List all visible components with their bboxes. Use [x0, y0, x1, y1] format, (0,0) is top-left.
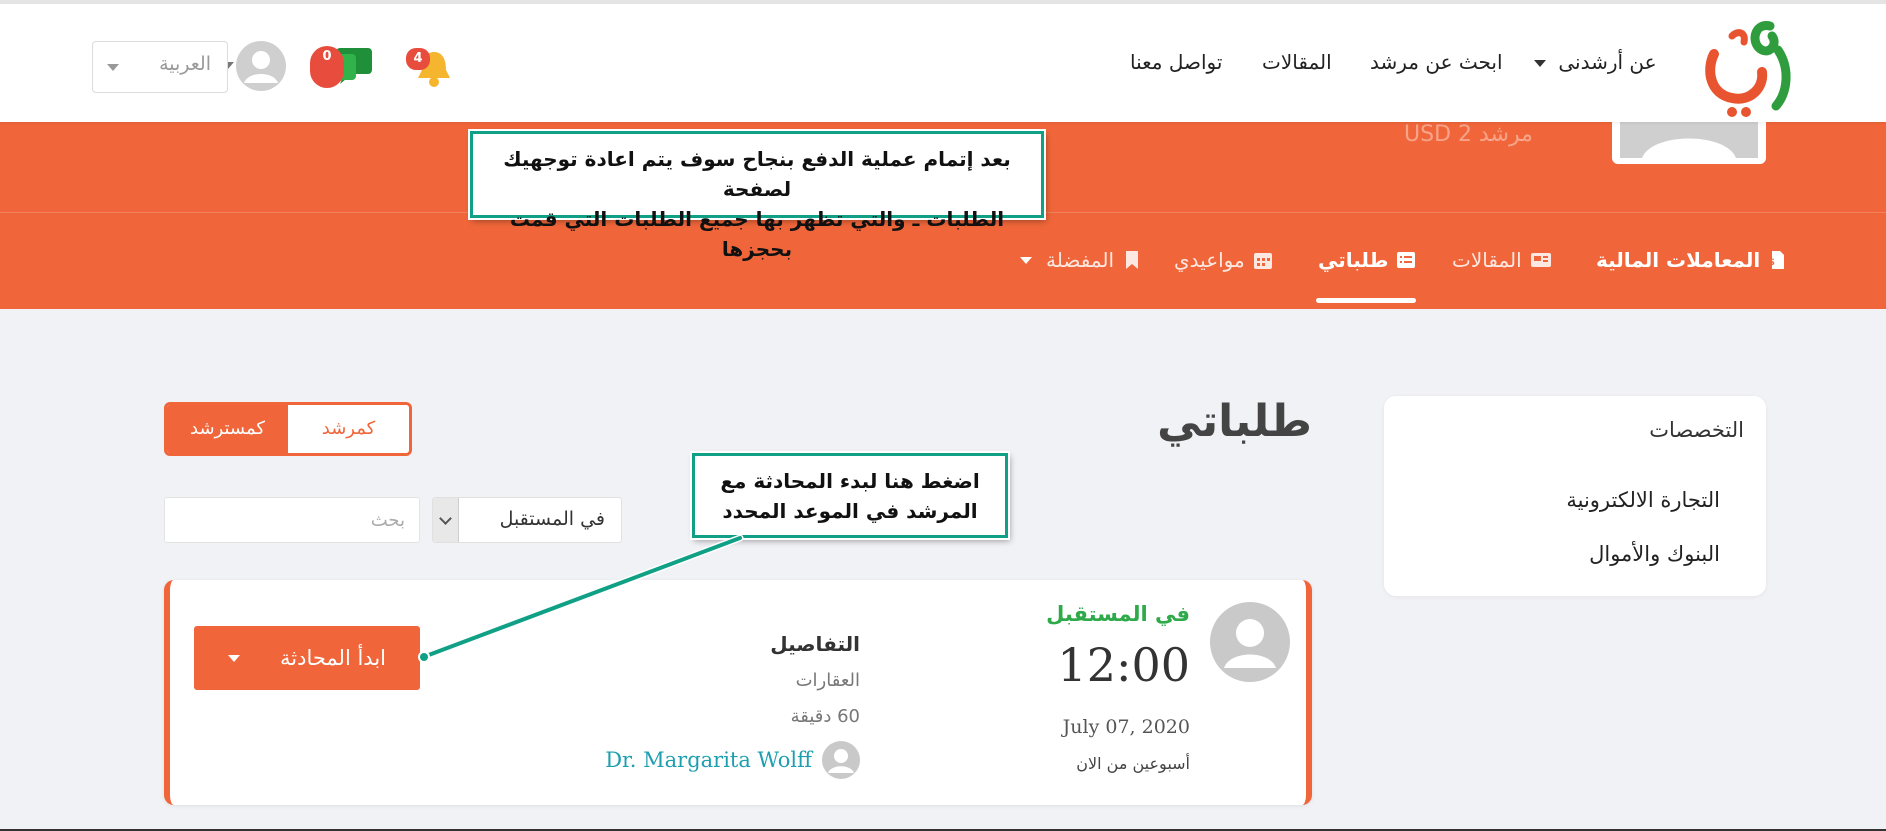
- invoice-icon: $: [1768, 251, 1785, 269]
- messages-badge: 0: [310, 46, 344, 88]
- chevron-down-icon: [107, 64, 119, 71]
- specialty-item[interactable]: البنوك والأموال: [1589, 542, 1720, 566]
- specialties-card: التخصصات التجارة الالكترونية البنوك والأ…: [1384, 396, 1766, 596]
- mentor-name[interactable]: Dr. Margarita Wolff: [605, 748, 812, 772]
- chevron-down-icon: [1534, 60, 1546, 67]
- booking-specialty: العقارات: [795, 670, 860, 691]
- language-select[interactable]: العربية: [92, 41, 228, 93]
- booking-duration: 60 دقيقة: [790, 706, 860, 727]
- nav-contact[interactable]: تواصل معنا: [1130, 50, 1222, 74]
- time-filter-select[interactable]: في المستقبل: [432, 497, 622, 543]
- list-icon: [1397, 252, 1416, 268]
- site-logo[interactable]: [1692, 14, 1802, 120]
- calendar-icon: [1253, 253, 1272, 269]
- start-chat-button[interactable]: ابدأ المحادثة: [194, 626, 420, 690]
- tab-articles[interactable]: المقالات: [1452, 248, 1552, 272]
- nav-articles[interactable]: المقالات: [1262, 50, 1332, 74]
- profile-ghost-text: مرشد USD 2: [1404, 122, 1533, 147]
- as-mentor-button[interactable]: كمرشد: [288, 405, 409, 453]
- mentor-avatar: [822, 741, 860, 779]
- profile-avatar-icon: [1620, 122, 1758, 158]
- booking-relative-time: أسبوعين من الان: [1076, 754, 1190, 773]
- active-tab-indicator: [1316, 298, 1416, 303]
- as-mentee-button[interactable]: كمسترشد: [167, 405, 288, 453]
- mentor-link[interactable]: Dr. Margarita Wolff: [590, 740, 860, 780]
- chevron-down-icon: [433, 498, 459, 542]
- booking-details-title: التفاصيل: [770, 632, 860, 656]
- nav-about[interactable]: عن أرشدنى: [1534, 50, 1657, 74]
- nav-find-mentor[interactable]: ابحث عن مرشد: [1370, 50, 1503, 74]
- search-input[interactable]: [164, 497, 420, 543]
- tab-transactions[interactable]: $ المعاملات المالية: [1596, 248, 1788, 272]
- booking-date: July 07, 2020: [1062, 716, 1190, 738]
- notifications-button[interactable]: 4: [406, 44, 460, 90]
- booking-status: في المستقبل: [1046, 602, 1190, 626]
- bookmark-icon: [1126, 251, 1139, 269]
- profile-photo: [1612, 122, 1766, 164]
- top-header: عن أرشدنى ابحث عن مرشد المقالات تواصل مع…: [0, 0, 1886, 122]
- messages-button[interactable]: 0: [306, 44, 374, 92]
- chevron-down-icon[interactable]: [228, 654, 240, 662]
- svg-text:$: $: [1768, 257, 1775, 268]
- user-avatar[interactable]: [236, 41, 286, 91]
- tab-appointments[interactable]: مواعيدي: [1174, 248, 1273, 272]
- specialty-item[interactable]: التجارة الالكترونية: [1566, 488, 1720, 512]
- mentee-avatar: [1210, 602, 1290, 682]
- start-chat-callout: اضغط هنا لبدء المحادثة مع المرشد في المو…: [692, 453, 1008, 538]
- tab-requests[interactable]: طلباتي: [1318, 248, 1416, 272]
- page-title: طلباتي: [1157, 396, 1312, 447]
- booking-time: 12:00: [1057, 638, 1190, 692]
- specialties-title: التخصصات: [1649, 418, 1744, 442]
- notifications-badge: 4: [406, 48, 430, 70]
- payment-redirect-callout: بعد إتمام عملية الدفع بنجاح سوف يتم اعاد…: [470, 131, 1044, 261]
- booking-card: في المستقبل 12:00 July 07, 2020 أسبوعين …: [164, 580, 1312, 805]
- newspaper-icon: [1530, 253, 1551, 267]
- role-toggle: كمسترشد كمرشد: [164, 402, 412, 456]
